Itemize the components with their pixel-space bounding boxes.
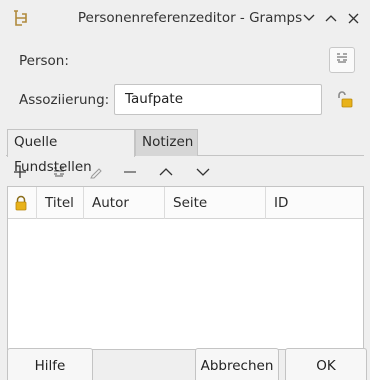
tab-notes[interactable]: Notizen <box>135 129 198 156</box>
window-title: Personenreferenzeditor - Gramps <box>77 10 303 26</box>
help-button[interactable]: Hilfe <box>7 348 93 380</box>
move-up-icon[interactable] <box>156 162 176 182</box>
private-lock-icon <box>14 195 28 211</box>
association-label: Assoziierung: <box>19 92 110 108</box>
citation-table[interactable]: Titel Autor Seite ID <box>7 186 364 350</box>
table-header: Titel Autor Seite ID <box>8 187 363 219</box>
person-label: Person: <box>19 53 69 69</box>
remove-icon[interactable] <box>120 162 140 182</box>
share-person-icon <box>335 52 349 68</box>
select-person-button[interactable] <box>329 47 355 73</box>
move-down-icon[interactable] <box>193 162 213 182</box>
gramps-family-tree-icon <box>12 9 30 27</box>
column-private[interactable] <box>8 187 37 219</box>
ok-button[interactable]: OK <box>285 348 367 380</box>
association-input[interactable]: Taufpate <box>114 84 322 115</box>
lock-icon[interactable] <box>334 90 354 110</box>
cancel-button[interactable]: Abbrechen <box>195 348 279 380</box>
column-page[interactable]: Seite <box>165 187 266 219</box>
close-icon[interactable] <box>343 8 363 28</box>
column-id[interactable]: ID <box>266 187 363 219</box>
minimize-icon[interactable] <box>299 8 319 28</box>
tab-citations[interactable]: Quelle Fundstellen <box>7 129 135 175</box>
column-author[interactable]: Autor <box>84 187 165 219</box>
maximize-icon[interactable] <box>321 8 341 28</box>
column-title[interactable]: Titel <box>37 187 84 219</box>
title-bar: Personenreferenzeditor - Gramps <box>0 0 370 36</box>
